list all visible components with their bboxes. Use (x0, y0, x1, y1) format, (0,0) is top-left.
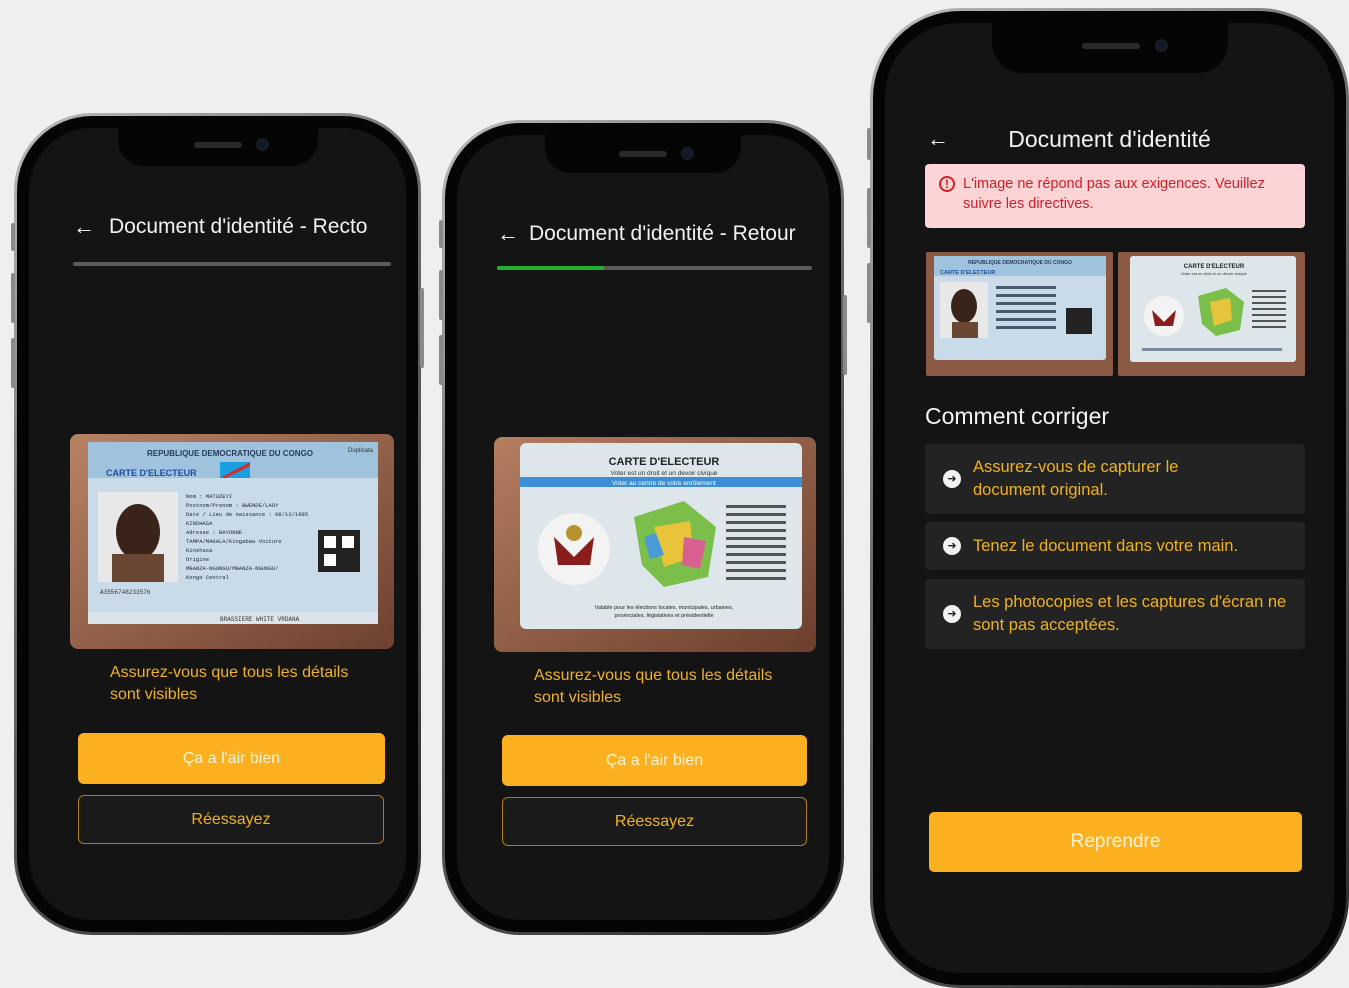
retry-button[interactable]: Réessayez (502, 797, 807, 846)
phone-verso: ← Document d'identité - Retour CARTE D'E… (439, 120, 847, 935)
page-title: Document d'identité (1008, 126, 1211, 152)
card-field-text: Kongo Central (186, 574, 229, 581)
thumb-back-subtitle: Voter est un droit et un devoir civique (1181, 271, 1248, 276)
thumb-front-label: CARTE D'ELECTEUR (940, 270, 995, 276)
card-footer-line2: provinciales, législatives et présidenti… (614, 613, 713, 619)
error-alert: ! L'image ne répond pas aux exigences. V… (925, 164, 1305, 228)
retake-button[interactable]: Reprendre (929, 812, 1302, 872)
card-field-text: KINSHASA (186, 520, 213, 527)
arrow-left-icon[interactable]: ← (497, 221, 519, 247)
thumb-front-header: REPUBLIQUE DEMOCRATIQUE DU CONGO (968, 260, 1072, 266)
confirm-button[interactable]: Ça a l'air bien (502, 735, 807, 786)
tip-item: ➜ Tenez le document dans votre main. (925, 522, 1305, 570)
card-field-text: Nom : MATUZEYI (186, 493, 232, 500)
card-field-text: TAMPA/MAKALA/Kingabwa Voiture (186, 538, 282, 545)
hint-text: Assurez-vous que tous les détails sont v… (534, 667, 773, 706)
section-title: Comment corriger (925, 403, 1110, 429)
card-field-text: MBANZA-NGUNGU/MBANZA-NGUNGU/ (186, 565, 278, 572)
card-field-text: Origine (186, 556, 209, 563)
card-tag-text: Duplicata (348, 448, 374, 454)
page-title: Document d'identité - Recto (109, 215, 368, 238)
arrow-right-circle-icon: ➜ (943, 605, 961, 623)
screen-verso: ← Document d'identité - Retour CARTE D'E… (457, 135, 829, 920)
id-card-front-image: REPUBLIQUE DEMOCRATIQUE DU CONGO CARTE D… (70, 434, 394, 649)
screen-error: ← Document d'identité ! L'image ne répon… (885, 23, 1334, 973)
tip-text: Assurez-vous de capturer le document ori… (973, 458, 1179, 499)
tip-item: ➜ Assurez-vous de capturer le document o… (925, 444, 1305, 514)
tip-text: Les photocopies et les captures d'écran … (973, 593, 1287, 634)
tip-text: Tenez le document dans votre main. (973, 536, 1239, 555)
confirm-button[interactable]: Ça a l'air bien (78, 733, 385, 784)
card-footer-text: BRASSIERE WHITE VRDANA (220, 616, 300, 623)
phone-error: ← Document d'identité ! L'image ne répon… (867, 8, 1349, 988)
id-card-back-image: CARTE D'ELECTEUR Voter est un droit et u… (494, 437, 816, 652)
progress-fill (497, 266, 605, 270)
arrow-right-circle-icon: ➜ (943, 537, 961, 555)
screen-recto: ← Document d'identité - Recto REPUBLIQUE… (29, 128, 406, 920)
card-footer-line1: Valable pour les élections locales, muni… (595, 605, 734, 611)
card-title-text: CARTE D'ELECTEUR (609, 456, 720, 468)
notch (991, 23, 1228, 73)
card-subtitle-text: Voter est un droit et un devoir civique (611, 470, 718, 477)
retry-button[interactable]: Réessayez (78, 795, 384, 844)
card-field-text: Kinshasa (186, 547, 213, 554)
error-message: L'image ne répond pas aux exigences. Veu… (963, 176, 1265, 212)
page-title: Document d'identité - Retour (529, 222, 796, 245)
card-number-text: A3556748233576 (100, 589, 151, 596)
thumb-back-label: CARTE D'ELECTEUR (1184, 264, 1245, 270)
alert-circle-icon: ! (939, 176, 955, 192)
arrow-right-circle-icon: ➜ (943, 470, 961, 488)
card-banner-text: Voter au centre de votre enrôlement (612, 480, 716, 487)
progress-bar (497, 266, 812, 270)
card-field-text: Postnom/Prenom : BWENDE/LADY (186, 502, 279, 509)
progress-bar (73, 262, 391, 266)
card-label-text: CARTE D'ELECTEUR (106, 468, 197, 478)
card-header-text: REPUBLIQUE DEMOCRATIQUE DU CONGO (147, 449, 313, 458)
notch (117, 128, 318, 166)
thumbnail-back[interactable]: CARTE D'ELECTEUR Voter est un droit et u… (1118, 252, 1305, 376)
thumbnail-front[interactable]: REPUBLIQUE DEMOCRATIQUE DU CONGO CARTE D… (926, 252, 1113, 376)
arrow-left-icon[interactable]: ← (73, 214, 95, 240)
card-field-text: Date / Lieu de naissance : 08/12/1985 (186, 511, 308, 518)
phone-recto: ← Document d'identité - Recto REPUBLIQUE… (11, 113, 424, 935)
card-field-text: Adresse : BAYONNE (186, 529, 243, 536)
notch (545, 135, 741, 173)
tip-item: ➜ Les photocopies et les captures d'écra… (925, 579, 1305, 649)
hint-text: Assurez-vous que tous les détails sont v… (110, 664, 349, 703)
